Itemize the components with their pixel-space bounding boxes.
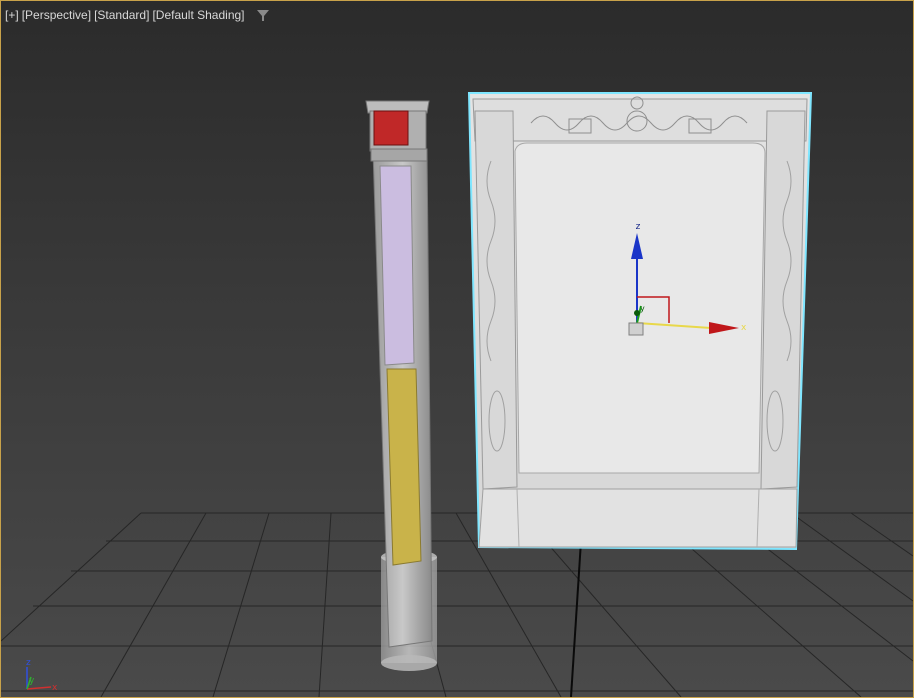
world-axis-line (570, 540, 582, 697)
filter-icon[interactable] (256, 8, 270, 22)
corner-x-label: x (52, 683, 58, 693)
viewport-scene[interactable]: z x y z y x (1, 1, 913, 697)
column-object[interactable] (365, 100, 437, 671)
viewport-label-bar: [+] [Perspective] [Standard] [Default Sh… (5, 7, 270, 23)
viewport-point-of-view-menu[interactable]: [Perspective] (22, 8, 91, 22)
viewport-menu-plus[interactable]: [+] (5, 8, 19, 22)
fireplace-panel-object[interactable] (467, 92, 813, 551)
viewport-shading-menu[interactable]: [Default Shading] (152, 8, 244, 22)
corner-y-label: y (29, 676, 35, 686)
gizmo-x-label: x (741, 323, 747, 333)
gizmo-y-label: y (640, 304, 645, 313)
corner-z-label: z (26, 658, 31, 668)
viewport-standard-menu[interactable]: [Standard] (94, 8, 149, 22)
gizmo-z-label: z (636, 222, 641, 232)
perspective-viewport[interactable]: z x y z y x [+] [Perspective] [Standard]… (0, 0, 914, 698)
